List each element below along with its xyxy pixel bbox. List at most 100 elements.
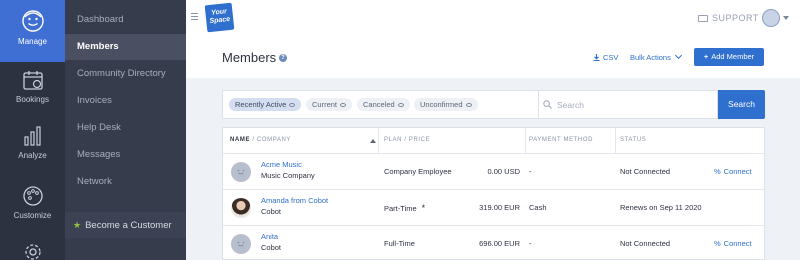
- rail-item-customize[interactable]: Customize: [0, 184, 65, 228]
- filter-bar: Recently Active Current Canceled Unconfi…: [222, 90, 718, 119]
- chip-label: Canceled: [363, 100, 395, 109]
- table-row[interactable]: Acme Music Music Company Company Employe…: [223, 153, 764, 189]
- rail-label-manage: Manage: [18, 37, 47, 46]
- become-customer-label: Become a Customer: [85, 220, 172, 231]
- rail-label-bookings: Bookings: [16, 95, 49, 104]
- member-price: 696.00 EUR: [479, 239, 520, 248]
- member-price: 319.00 EUR: [479, 203, 520, 212]
- page-title: Members: [222, 50, 277, 65]
- secondary-sidebar: Dashboard Members Community Directory In…: [65, 0, 186, 260]
- filter-chip-canceled[interactable]: Canceled: [357, 98, 410, 111]
- hamburger-icon[interactable]: [191, 13, 198, 21]
- column-header-payment: PAYMENT METHOD: [529, 137, 594, 143]
- member-name-link[interactable]: Acme Music: [261, 160, 302, 169]
- palette-icon: [22, 186, 43, 206]
- header-name-label: NAME: [230, 137, 251, 143]
- eye-icon: [289, 103, 296, 107]
- connect-label: Connect: [723, 239, 752, 248]
- divider: [378, 128, 379, 153]
- connect-label: Connect: [723, 167, 752, 176]
- rail-item-settings[interactable]: [0, 240, 65, 260]
- member-name-link[interactable]: Amanda from Cobot: [261, 196, 328, 205]
- search-input[interactable]: [557, 97, 707, 112]
- avatar: [231, 198, 251, 218]
- rail-item-analyze[interactable]: Analyze: [0, 124, 65, 168]
- link-icon: %: [714, 167, 721, 176]
- divider: [615, 128, 616, 153]
- member-status: Renews on Sep 11 2020: [620, 203, 702, 212]
- member-name-link[interactable]: Anita: [261, 232, 278, 241]
- sidebar-item-invoices[interactable]: Invoices: [65, 88, 186, 114]
- column-header-name[interactable]: NAME / COMPANY: [230, 128, 291, 153]
- sidebar-item-help-desk[interactable]: Help Desk: [65, 115, 186, 141]
- search-button[interactable]: Search: [718, 90, 765, 119]
- eye-off-icon: [465, 103, 472, 107]
- filter-chip-current[interactable]: Current: [306, 98, 353, 111]
- member-plan: Full-Time: [384, 239, 415, 248]
- member-plan-label: Part-Time: [384, 204, 417, 213]
- column-header-plan: PLAN / PRICE: [384, 137, 431, 143]
- download-icon: [593, 54, 600, 62]
- search-icon: [543, 100, 552, 109]
- chip-label: Unconfirmed: [420, 100, 463, 109]
- support-link[interactable]: SUPPORT: [698, 13, 759, 23]
- face-icon: [21, 10, 44, 32]
- face-icon: [237, 169, 245, 175]
- chat-icon: [698, 15, 708, 22]
- eye-off-icon: [340, 103, 347, 107]
- face-icon: [237, 241, 245, 247]
- divider: [538, 91, 539, 118]
- asterisk-icon: *: [421, 203, 426, 213]
- sidebar-item-messages[interactable]: Messages: [65, 142, 186, 168]
- member-company: Cobot: [261, 207, 282, 216]
- rail-label-customize: Customize: [13, 211, 52, 220]
- icon-rail: Manage Bookings Analyze Customize: [0, 0, 65, 260]
- members-table: NAME / COMPANY PLAN / PRICE PAYMENT METH…: [222, 127, 765, 260]
- rail-item-bookings[interactable]: Bookings: [0, 68, 65, 112]
- sidebar-item-community-directory[interactable]: Community Directory: [65, 61, 186, 87]
- sidebar-item-members[interactable]: Members: [65, 34, 186, 60]
- plus-icon: +: [703, 52, 709, 61]
- logo-text-line2: Space: [209, 15, 231, 26]
- connect-link[interactable]: % Connect: [714, 167, 752, 176]
- member-payment-method: Cash: [529, 203, 547, 212]
- help-icon[interactable]: ?: [279, 54, 287, 62]
- avatar: [231, 162, 251, 182]
- bar-chart-icon: [23, 126, 41, 146]
- gear-icon: [24, 244, 41, 260]
- space-logo[interactable]: Your Space: [204, 2, 235, 33]
- filter-chip-recently-active[interactable]: Recently Active: [229, 98, 302, 111]
- sidebar-item-dashboard[interactable]: Dashboard: [65, 7, 186, 33]
- member-company: Music Company: [261, 171, 315, 180]
- member-price: 0.00 USD: [487, 167, 520, 176]
- become-customer-link[interactable]: ★ Become a Customer: [65, 212, 186, 238]
- support-label: SUPPORT: [712, 13, 759, 23]
- eye-off-icon: [397, 103, 404, 107]
- member-company: Cobot: [261, 243, 282, 252]
- table-row[interactable]: Anita Cobot Full-Time 696.00 EUR - Not C…: [223, 225, 764, 260]
- user-avatar[interactable]: [762, 9, 780, 27]
- chip-label: Current: [312, 100, 338, 109]
- chevron-down-icon[interactable]: [783, 16, 789, 20]
- header-company-label: / COMPANY: [252, 137, 291, 143]
- member-payment-method: -: [529, 239, 532, 248]
- member-plan: Part-Time *: [384, 203, 425, 213]
- member-status: Not Connected: [620, 239, 671, 248]
- sort-ascending-icon[interactable]: [370, 139, 376, 143]
- calendar-icon: [22, 71, 43, 90]
- chevron-down-icon: [674, 51, 682, 60]
- link-icon: %: [714, 239, 721, 248]
- rail-label-analyze: Analyze: [18, 151, 47, 160]
- connect-link[interactable]: % Connect: [714, 239, 752, 248]
- member-plan: Company Employee: [384, 167, 452, 176]
- filter-chip-unconfirmed[interactable]: Unconfirmed: [414, 98, 478, 111]
- member-status: Not Connected: [620, 167, 671, 176]
- table-row[interactable]: Amanda from Cobot Cobot Part-Time * 319.0…: [223, 189, 764, 225]
- bulk-actions-dropdown[interactable]: Bulk Actions: [630, 51, 682, 62]
- sidebar-item-network[interactable]: Network: [65, 169, 186, 195]
- bulk-actions-label: Bulk Actions: [630, 53, 671, 62]
- csv-export-button[interactable]: CSV: [593, 53, 618, 62]
- rail-item-manage[interactable]: Manage: [0, 0, 65, 62]
- divider: [525, 128, 526, 153]
- add-member-button[interactable]: + Add Member: [694, 48, 764, 66]
